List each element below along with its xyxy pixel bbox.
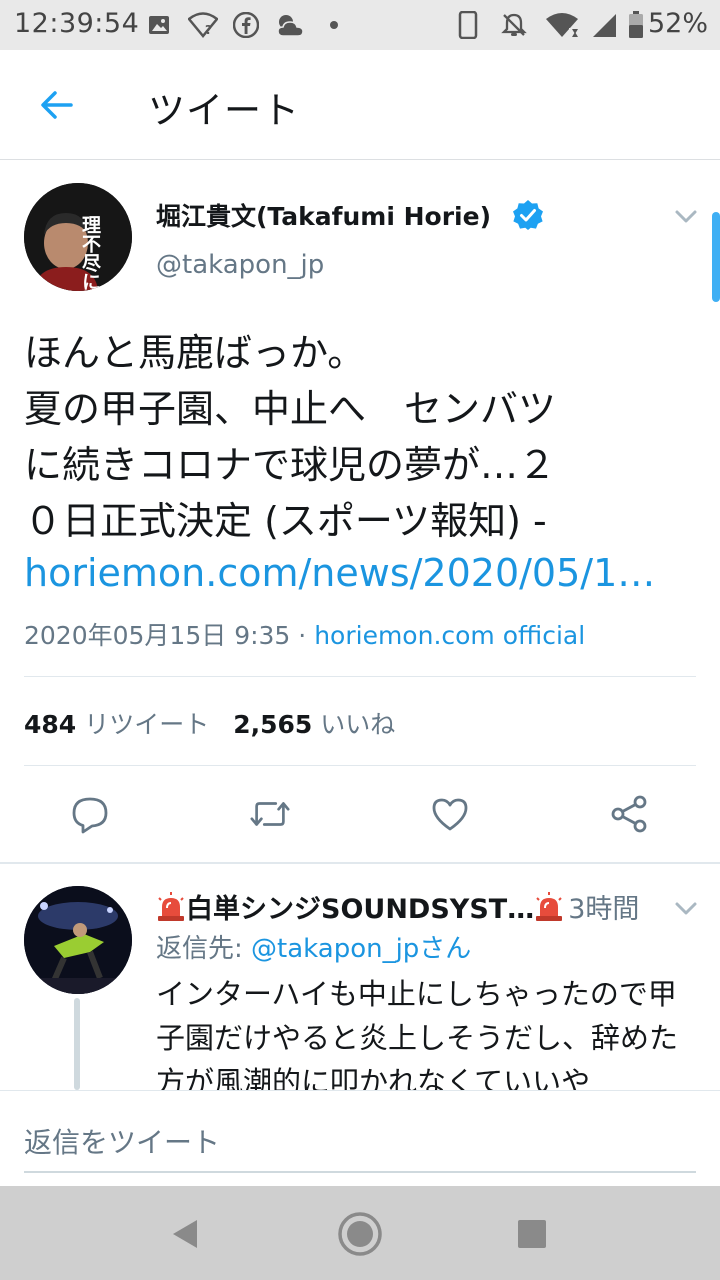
image-icon [146,10,172,40]
reply-composer: 返信をツイート [0,1090,720,1186]
siren-icon [156,892,186,922]
tweet-actions [0,790,720,842]
tweet-stats: 484 リツイート 2,565 いいね [24,705,419,741]
system-nav-bar [0,1186,720,1280]
retweet-icon[interactable] [248,790,292,838]
author-name[interactable]: 堀江貴文(Takafumi Horie) [156,197,491,233]
svg-text:?: ? [205,23,212,37]
page-title: ツイート [148,89,300,132]
battery-icon [626,10,646,40]
tweet-date: 2020年05月15日 9:35 [24,621,291,650]
battery-percent: 52% [647,8,708,39]
status-bar: 12:39:54 ? 52% [0,0,720,50]
input-underline [24,1171,696,1173]
reply-input[interactable]: 返信をツイート [24,1121,220,1161]
verified-badge-icon [512,199,544,231]
siren-icon [534,892,564,922]
reply-header: 白単シンジSOUNDSYST… 3時間 [156,887,639,926]
notifications-off-icon [500,10,528,40]
like-icon[interactable] [428,790,472,838]
reply-icon[interactable] [68,790,112,838]
arrow-left-icon[interactable] [32,80,82,130]
reply-to-label: 返信先: [156,934,243,964]
meta-separator: · [298,621,307,650]
recents-square-icon[interactable] [504,1206,560,1262]
chevron-down-icon[interactable] [670,892,702,924]
wifi-question-icon: ? [188,10,218,40]
top-app-bar: ツイート [0,50,720,160]
reply-to-mention[interactable]: @takapon_jpさん [251,934,471,964]
tweet-meta: 2020年05月15日 9:35 · horiemon.com official [24,616,585,652]
avatar-text-1: 理不尽に [79,215,101,291]
signal-icon [590,10,618,40]
facebook-icon [232,10,260,40]
divider [0,862,720,864]
share-icon[interactable] [607,790,651,838]
tweet-source-link[interactable]: horiemon.com official [314,621,585,650]
scrollbar[interactable] [712,212,720,302]
reply-time: 3時間 [568,894,640,925]
chevron-down-icon[interactable] [670,200,702,232]
retweet-label[interactable]: リツイート [84,710,209,739]
home-circle-icon[interactable] [332,1206,388,1262]
tweet-link[interactable]: horiemon.com/news/2020/05/1… [24,545,704,601]
reply-text: インターハイも中止にしちゃったので甲 子園だけやると炎上しそうだし、辞めた 方が… [156,972,696,1104]
tweet-text-line: ほんと馬鹿ばっか。 [24,331,366,375]
reply-avatar[interactable] [24,886,132,994]
reply-text-line: インターハイも中止にしちゃったので甲 [156,977,677,1011]
reply-author-name[interactable]: 白単シンジSOUNDSYST… [186,894,534,925]
thread-line [74,998,80,1090]
author-handle[interactable]: @takapon_jp [156,250,324,280]
tweet-text-line: に続きコロナで球児の夢が…２ [24,443,557,487]
back-triangle-icon[interactable] [158,1206,214,1262]
divider [24,676,696,677]
retweet-count[interactable]: 484 [24,710,76,739]
status-time: 12:39:54 [14,8,140,39]
reply-text-line: 子園だけやると炎上しそうだし、辞めた [156,1021,679,1055]
reply-to: 返信先: @takapon_jpさん [156,928,471,965]
avatar[interactable]: 理不尽に [24,183,132,291]
tweet-text-line: ０日正式決定 (スポーツ報知) - [24,499,547,543]
tweet-text-line: 夏の甲子園、中止へ センバツ [24,387,557,431]
like-count[interactable]: 2,565 [233,710,312,739]
divider [24,765,696,766]
tweet-text: ほんと馬鹿ばっか。 夏の甲子園、中止へ センバツ に続きコロナで球児の夢が…２ … [24,325,704,549]
wifi-icon [544,10,580,40]
dot-icon [326,10,342,40]
like-label[interactable]: いいね [320,710,395,739]
phone-icon [455,10,481,40]
weather-icon [274,10,308,40]
